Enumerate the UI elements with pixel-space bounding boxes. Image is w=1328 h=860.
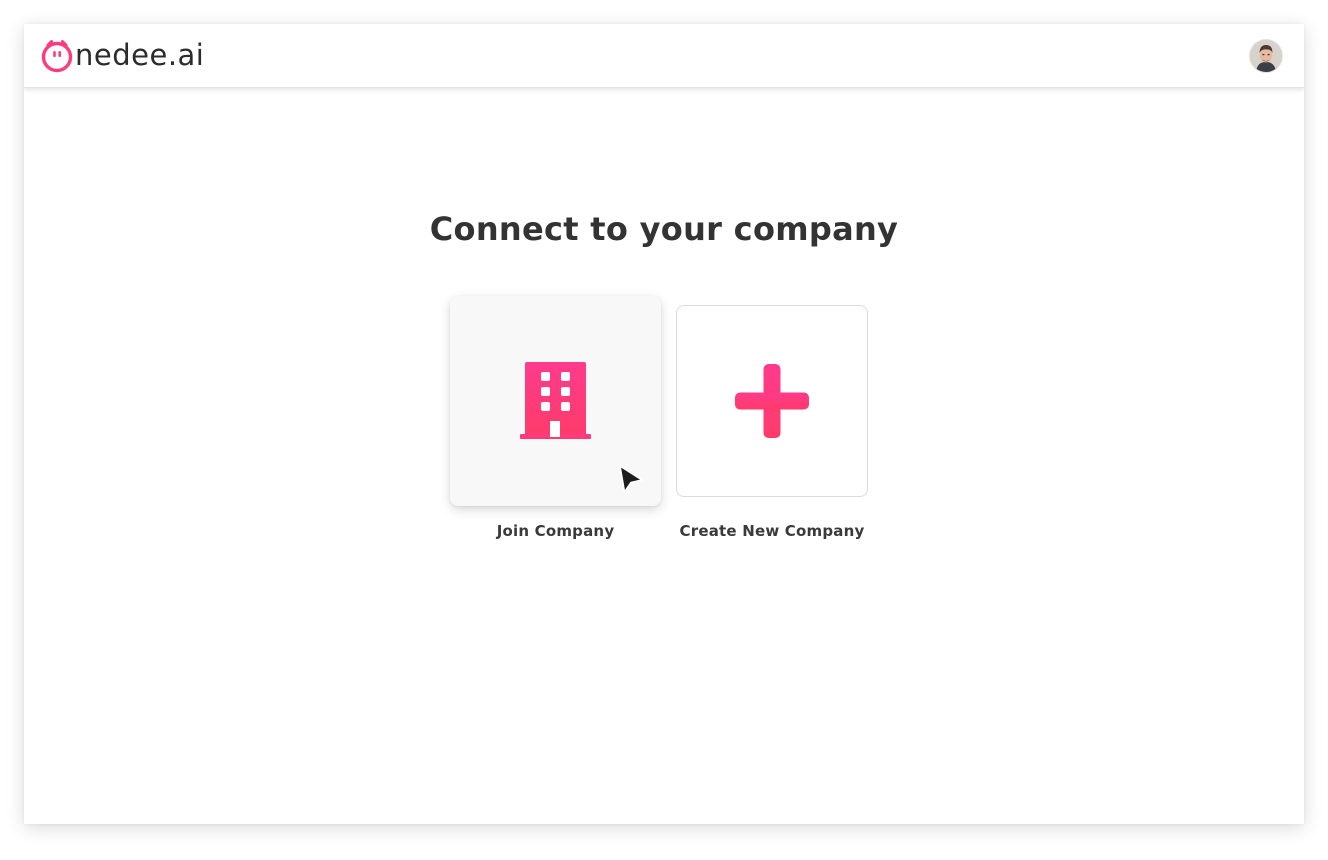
- join-company-card[interactable]: [450, 296, 661, 506]
- building-icon: [519, 362, 591, 439]
- logo-text: nedee.ai: [75, 38, 205, 72]
- logo[interactable]: nedee.ai: [40, 38, 205, 73]
- top-header: nedee.ai: [24, 24, 1304, 88]
- plus-icon: [735, 364, 809, 438]
- app-window: nedee.ai Connect to your company Join Co…: [24, 24, 1304, 824]
- create-company-card[interactable]: [676, 305, 868, 497]
- avatar-photo-icon: [1250, 40, 1282, 72]
- page-title: Connect to your company: [429, 210, 899, 248]
- create-company-label: Create New Company: [679, 522, 865, 540]
- join-company-label: Join Company: [496, 522, 615, 540]
- logo-mark-icon: [41, 40, 73, 73]
- avatar[interactable]: [1250, 40, 1282, 72]
